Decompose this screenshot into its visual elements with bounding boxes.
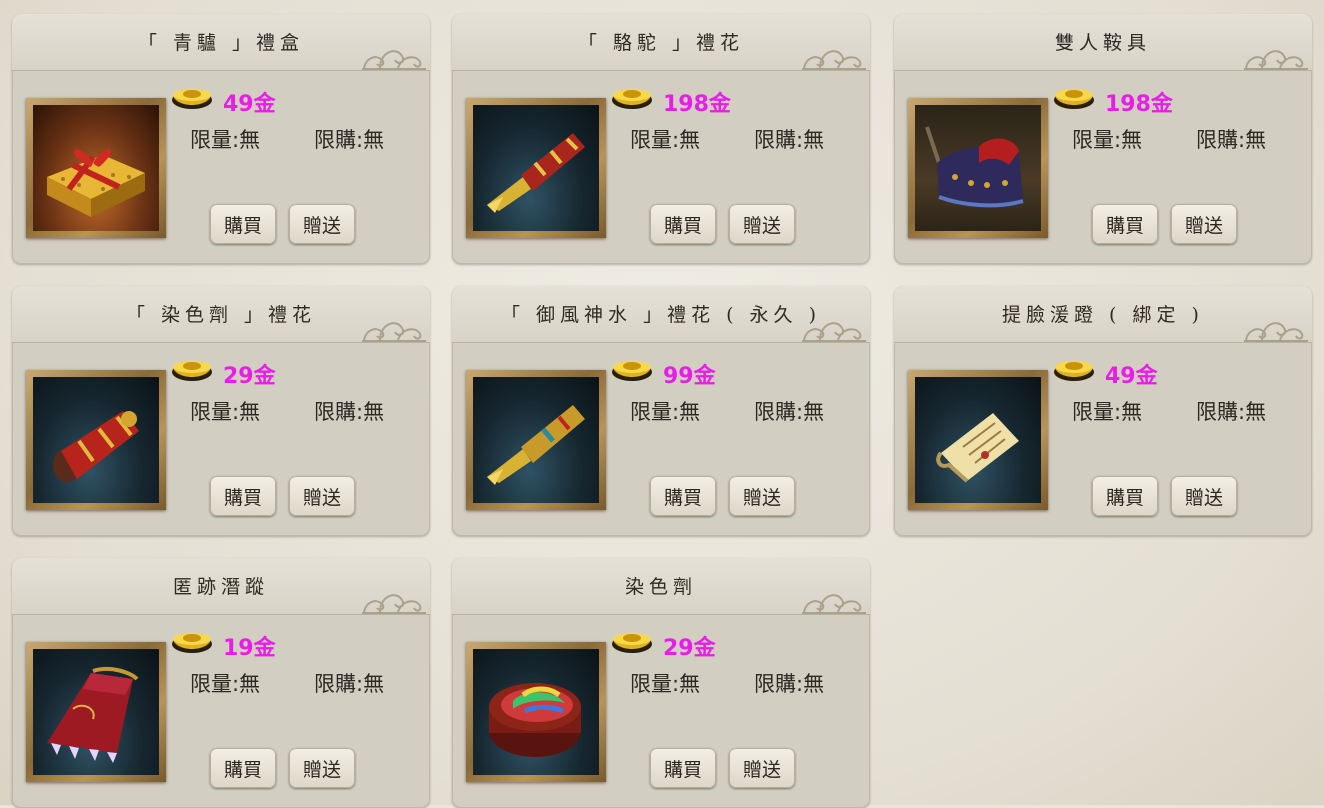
stock-limit: 限量:無 (190, 672, 261, 696)
gift-button[interactable]: 贈送 (289, 204, 355, 244)
item-thumbnail[interactable] (908, 98, 1048, 238)
item-header: 提臉湲蹬 ( 綁定 ) (894, 286, 1312, 343)
cloud-ornament-icon (802, 594, 866, 614)
purchase-limit: 限購:無 (314, 672, 385, 696)
item-card: 「 御風神水 」禮花 ( 永久 ) 99金 限量:無 限購:無 購買 贈送 (452, 286, 870, 536)
buy-button[interactable]: 購買 (210, 204, 276, 244)
item-thumbnail[interactable] (466, 370, 606, 510)
item-header: 「 染色劑 」禮花 (12, 286, 430, 343)
gift-button[interactable]: 贈送 (729, 204, 795, 244)
item-card: 提臉湲蹬 ( 綁定 ) 49金 限量:無 限購:無 購買 贈送 (894, 286, 1312, 536)
item-header: 雙人鞍具 (894, 14, 1312, 71)
gold-ingot-icon (1054, 361, 1094, 381)
purchase-limit: 限購:無 (1196, 128, 1267, 152)
banner-icon (47, 666, 139, 763)
item-price: 29金 (663, 636, 716, 661)
cloud-ornament-icon (362, 50, 426, 70)
cloud-ornament-icon (802, 50, 866, 70)
item-price: 49金 (223, 92, 276, 117)
item-thumbnail[interactable] (466, 98, 606, 238)
cloud-ornament-icon (1244, 50, 1308, 70)
purchase-limit: 限購:無 (754, 400, 825, 424)
firework-scroll-icon (53, 411, 139, 482)
cloud-ornament-icon (802, 322, 866, 342)
purchase-limit: 限購:無 (1196, 400, 1267, 424)
gold-ingot-icon (612, 633, 652, 653)
cloud-ornament-icon (362, 322, 426, 342)
item-thumbnail[interactable] (26, 98, 166, 238)
gift-button[interactable]: 贈送 (289, 748, 355, 788)
purchase-limit: 限購:無 (754, 672, 825, 696)
firework-scroll-icon (487, 133, 585, 213)
stock-limit: 限量:無 (1072, 128, 1143, 152)
item-thumbnail[interactable] (26, 642, 166, 782)
item-card: 「 染色劑 」禮花 29金 限量:無 限購:無 購買 贈送 (12, 286, 430, 536)
buy-button[interactable]: 購買 (210, 476, 276, 516)
gold-ingot-icon (172, 89, 212, 109)
firework-scroll-icon (487, 405, 585, 485)
item-header: 「 駱駝 」禮花 (452, 14, 870, 71)
buy-button[interactable]: 購買 (1092, 476, 1158, 516)
gift-box-icon (47, 148, 145, 217)
buy-button[interactable]: 購買 (210, 748, 276, 788)
item-thumbnail[interactable] (466, 642, 606, 782)
cloud-ornament-icon (362, 594, 426, 614)
stock-limit: 限量:無 (630, 400, 701, 424)
item-card: 匿跡潛蹤 19金 限量:無 限購:無 購買 贈送 (12, 558, 430, 808)
gift-button[interactable]: 贈送 (1171, 204, 1237, 244)
stock-limit: 限量:無 (630, 128, 701, 152)
item-price: 198金 (1105, 92, 1173, 117)
purchase-limit: 限購:無 (754, 128, 825, 152)
item-header: 「 青驢 」禮盒 (12, 14, 430, 71)
stock-limit: 限量:無 (630, 672, 701, 696)
item-price: 29金 (223, 364, 276, 389)
purchase-limit: 限購:無 (314, 128, 385, 152)
shop-grid: 「 青驢 」禮盒 49金 限量:無 限購:無 購買 贈送 「 駱駝 」禮花 19… (0, 0, 1324, 808)
gift-button[interactable]: 贈送 (289, 476, 355, 516)
gift-button[interactable]: 贈送 (1171, 476, 1237, 516)
dye-jar-icon (489, 683, 581, 757)
stock-limit: 限量:無 (190, 128, 261, 152)
cloud-ornament-icon (1244, 322, 1308, 342)
gift-button[interactable]: 贈送 (729, 748, 795, 788)
saddle-icon (925, 126, 1024, 208)
gold-ingot-icon (612, 89, 652, 109)
item-thumbnail[interactable] (26, 370, 166, 510)
buy-button[interactable]: 購買 (650, 476, 716, 516)
item-card: 雙人鞍具 198金 限量:無 限購:無 購買 贈送 (894, 14, 1312, 264)
item-header: 「 御風神水 」禮花 ( 永久 ) (452, 286, 870, 343)
buy-button[interactable]: 購買 (650, 748, 716, 788)
item-card: 「 駱駝 」禮花 198金 限量:無 限購:無 購買 贈送 (452, 14, 870, 264)
item-thumbnail[interactable] (908, 370, 1048, 510)
item-header: 匿跡潛蹤 (12, 558, 430, 615)
gold-ingot-icon (1054, 89, 1094, 109)
item-price: 49金 (1105, 364, 1158, 389)
item-price: 99金 (663, 364, 716, 389)
item-card: 染色劑 29金 限量:無 限購:無 購買 贈送 (452, 558, 870, 808)
gold-ingot-icon (612, 361, 652, 381)
buy-button[interactable]: 購買 (1092, 204, 1158, 244)
item-price: 19金 (223, 636, 276, 661)
stock-limit: 限量:無 (190, 400, 261, 424)
scroll-paper-icon (936, 413, 1019, 483)
gift-button[interactable]: 贈送 (729, 476, 795, 516)
stock-limit: 限量:無 (1072, 400, 1143, 424)
buy-button[interactable]: 購買 (650, 204, 716, 244)
item-card: 「 青驢 」禮盒 49金 限量:無 限購:無 購買 贈送 (12, 14, 430, 264)
purchase-limit: 限購:無 (314, 400, 385, 424)
item-price: 198金 (663, 92, 731, 117)
item-header: 染色劑 (452, 558, 870, 615)
gold-ingot-icon (172, 633, 212, 653)
gold-ingot-icon (172, 361, 212, 381)
